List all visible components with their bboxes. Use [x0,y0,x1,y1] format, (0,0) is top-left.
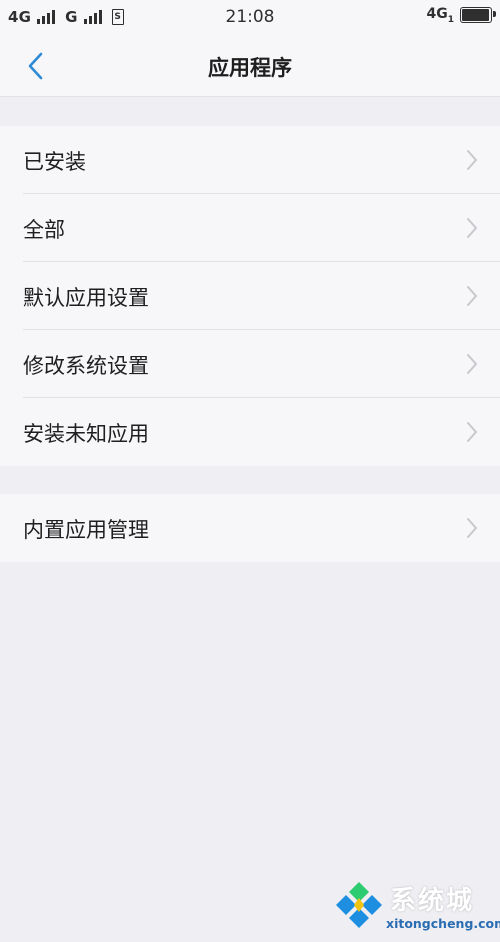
list-item-default-apps[interactable]: 默认应用设置 [0,262,500,330]
list-item-label: 安装未知应用 [23,422,149,446]
chevron-right-icon [467,518,477,538]
list-item-modify-system-settings[interactable]: 修改系统设置 [0,330,500,398]
settings-section-main: 已安装 全部 默认应用设置 修改系统设置 安装未知应用 [0,126,500,466]
status-right: 4G1 [427,6,496,25]
list-item-label: 修改系统设置 [23,354,149,378]
battery-icon [460,7,496,24]
list-item-label: 默认应用设置 [23,286,149,310]
list-item-label: 内置应用管理 [23,518,149,542]
list-item-install-unknown-apps[interactable]: 安装未知应用 [0,398,500,466]
list-item-all[interactable]: 全部 [0,194,500,262]
status-bar: 4G G S 21:08 4G1 [0,0,500,36]
status-time: 21:08 [225,7,275,27]
chevron-right-icon [467,218,477,238]
chevron-right-icon [467,354,477,374]
watermark-text: 系统城 [390,886,475,916]
list-item-builtin-apps[interactable]: 内置应用管理 [0,494,500,562]
network-type-sub: 1 [447,14,454,25]
watermark: 系统城 xitongcheng.com [334,880,500,936]
chevron-right-icon [467,286,477,306]
watermark-logo-icon [336,882,382,928]
chevron-right-icon [467,422,477,442]
list-item-installed[interactable]: 已安装 [0,126,500,194]
watermark-url: xitongcheng.com [386,916,500,931]
chevron-right-icon [467,150,477,170]
battery-fill [462,9,489,22]
settings-section-builtin: 内置应用管理 [0,494,500,562]
nav-bar: 应用程序 [0,36,500,97]
list-item-label: 已安装 [23,150,86,174]
network-type-main: 4G [426,6,448,22]
page-title: 应用程序 [208,56,292,80]
network-type-label: 4G1 [427,6,455,25]
list-item-label: 全部 [23,218,65,242]
